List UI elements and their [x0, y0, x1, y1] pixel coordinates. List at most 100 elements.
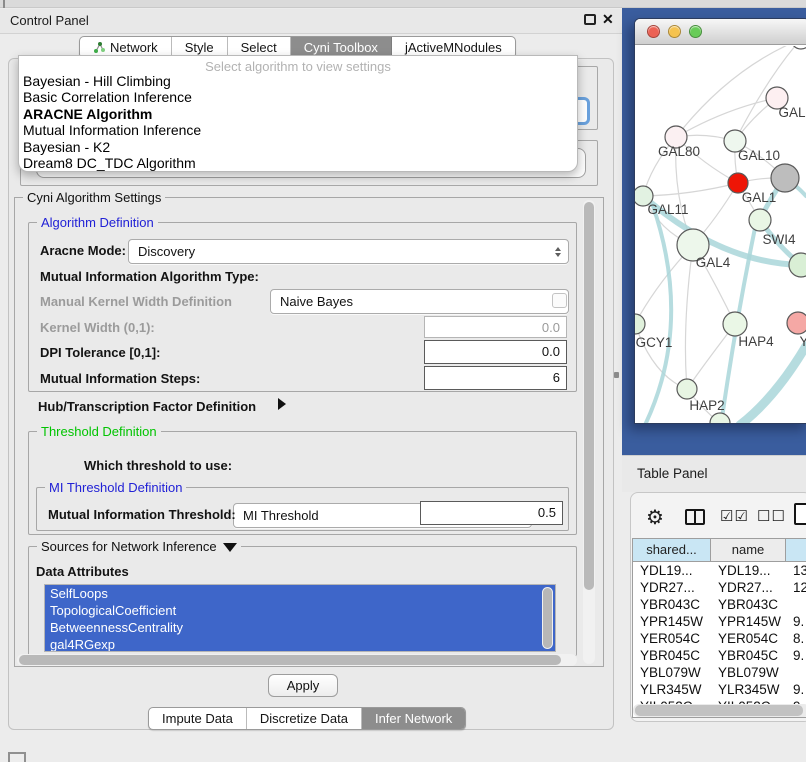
- algorithm-option-3[interactable]: Mutual Information Inference: [19, 122, 577, 138]
- splitter-grip[interactable]: [614, 372, 619, 378]
- mi-steps-field[interactable]: 6: [424, 366, 567, 390]
- split-columns-icon[interactable]: [685, 509, 705, 525]
- algorithm-dropdown-popup: Select algorithm to view settings Bayesi…: [18, 55, 578, 172]
- network-window-titlebar[interactable]: [635, 19, 806, 45]
- kernel-width-label: Kernel Width (0,1):: [40, 320, 155, 335]
- column-header-1[interactable]: name: [711, 539, 786, 562]
- algorithm-option-1[interactable]: Basic Correlation Inference: [19, 89, 577, 105]
- mi-algorithm-type-select[interactable]: Naive Bayes: [270, 289, 569, 314]
- collapse-arrow-icon[interactable]: [223, 543, 237, 552]
- node-gal80-label: GAL80: [658, 144, 700, 159]
- zoom-traffic-light-icon[interactable]: [689, 25, 702, 38]
- table-row[interactable]: YBR045CYBR045C9.: [633, 647, 806, 664]
- table-cell: YBL079W: [711, 664, 786, 681]
- clear-checks-icon[interactable]: ☐☐: [757, 507, 786, 525]
- expand-arrow-icon[interactable]: [278, 398, 286, 410]
- control-panel-titlebar: [0, 9, 622, 34]
- tab-impute-data-label: Impute Data: [162, 708, 233, 729]
- attribute-item-2[interactable]: BetweennessCentrality: [45, 619, 555, 636]
- table-cell: YBR045C: [711, 647, 786, 664]
- attribute-item-0[interactable]: SelfLoops: [45, 585, 555, 602]
- node-hap2[interactable]: [677, 379, 697, 399]
- table-cell: YPR145W: [633, 613, 711, 630]
- table-cell: YBR043C: [711, 596, 786, 613]
- network-canvas[interactable]: GALGAL80GAL10GAL1GAL11SWI4GAL4GCY1HAP4YH…: [635, 46, 806, 424]
- table-cell: 9.: [786, 647, 806, 664]
- node-hap4-label: HAP4: [738, 334, 774, 349]
- table-cell: 8.: [786, 630, 806, 647]
- mi-threshold-field[interactable]: 0.5: [420, 501, 563, 525]
- table-cell: YBR045C: [633, 647, 711, 664]
- table-horizontal-scrollbar[interactable]: [633, 704, 806, 717]
- algorithm-option-4[interactable]: Bayesian - K2: [19, 139, 577, 155]
- tab-impute-data[interactable]: Impute Data: [149, 708, 247, 729]
- table-cell: [786, 596, 806, 613]
- float-panel-icon[interactable]: [584, 14, 596, 25]
- dpi-tolerance-field[interactable]: 0.0: [424, 340, 567, 364]
- hub-section-label: Hub/Transcription Factor Definition: [38, 399, 256, 414]
- data-attributes-label: Data Attributes: [36, 564, 129, 579]
- table-cell: YDR27...: [711, 579, 786, 596]
- attributes-scrollbar[interactable]: [542, 587, 553, 649]
- settings-vertical-scrollbar[interactable]: [583, 200, 595, 664]
- node-hap2-label: HAP2: [689, 398, 724, 413]
- close-traffic-light-icon[interactable]: [647, 25, 660, 38]
- apply-button[interactable]: Apply: [268, 674, 338, 697]
- node-gcy1-label: GCY1: [636, 335, 673, 350]
- aracne-mode-label: Aracne Mode:: [40, 243, 126, 258]
- manual-kernel-width-checkbox[interactable]: [552, 293, 567, 308]
- attribute-item-3[interactable]: gal4RGexp: [45, 636, 555, 652]
- node-gal1-label: GAL1: [742, 190, 777, 205]
- mi-threshold-group-title: MI Threshold Definition: [45, 480, 186, 495]
- table-row[interactable]: YDL19...YDL19...13: [633, 562, 806, 579]
- mi-algorithm-type-value: Naive Bayes: [280, 294, 353, 309]
- node-swi4[interactable]: [749, 209, 771, 231]
- close-icon[interactable]: ✕: [602, 11, 614, 28]
- column-header-2[interactable]: A: [786, 539, 806, 562]
- table-row[interactable]: YER054CYER054C8.: [633, 630, 806, 647]
- column-header-0[interactable]: shared...: [633, 539, 711, 562]
- spinner-arrows-icon: [555, 247, 561, 257]
- threshold-definition-title: Threshold Definition: [37, 424, 161, 439]
- table-row[interactable]: YDR27...YDR27...12: [633, 579, 806, 596]
- node-hap4[interactable]: [723, 312, 747, 336]
- table-row[interactable]: YBR043CYBR043C: [633, 596, 806, 613]
- table-cell: YDL19...: [633, 562, 711, 579]
- table-row[interactable]: YLR345WYLR345W9.: [633, 681, 806, 698]
- algorithm-option-2[interactable]: ARACNE Algorithm: [19, 106, 577, 122]
- manual-kernel-width-label: Manual Kernel Width Definition: [40, 294, 232, 309]
- node-gal4-label: GAL4: [696, 255, 731, 270]
- node-partial-bottom[interactable]: [710, 413, 730, 424]
- table-row[interactable]: YBL079WYBL079W: [633, 664, 806, 681]
- table-header: shared...nameA: [633, 539, 806, 562]
- document-icon[interactable]: [794, 503, 806, 525]
- algorithm-option-0[interactable]: Bayesian - Hill Climbing: [19, 73, 577, 89]
- table-cell: YBL079W: [633, 664, 711, 681]
- attribute-item-1[interactable]: TopologicalCoefficient: [45, 602, 555, 619]
- algorithm-definition-title: Algorithm Definition: [37, 215, 158, 230]
- table-row[interactable]: YPR145WYPR145W9.: [633, 613, 806, 630]
- table-cell: 13: [786, 562, 806, 579]
- table-cell: YER054C: [633, 630, 711, 647]
- tab-discretize-data[interactable]: Discretize Data: [247, 708, 362, 729]
- tab-infer-network[interactable]: Infer Network: [362, 708, 465, 729]
- aracne-mode-value: Discovery: [138, 244, 195, 259]
- kernel-width-field[interactable]: 0.0: [424, 316, 567, 338]
- algorithm-popup-items: Bayesian - Hill ClimbingBasic Correlatio…: [19, 73, 577, 171]
- aracne-mode-select[interactable]: Discovery: [128, 239, 569, 264]
- table-cell: YLR345W: [633, 681, 711, 698]
- control-panel-title: Control Panel: [10, 13, 89, 28]
- table-cell: 9.: [786, 613, 806, 630]
- mi-algorithm-type-label: Mutual Information Algorithm Type:: [40, 269, 259, 284]
- node-partial-pink[interactable]: [787, 312, 806, 334]
- table-cell: [786, 664, 806, 681]
- node-gcy1[interactable]: [635, 314, 645, 334]
- panel-toggle-button[interactable]: [8, 752, 26, 762]
- select-checks-icon[interactable]: ☑☑: [720, 507, 749, 525]
- settings-horizontal-scrollbar[interactable]: [17, 654, 577, 666]
- algorithm-option-5[interactable]: Dream8 DC_TDC Algorithm: [19, 155, 577, 171]
- node-unlabeled-gray[interactable]: [771, 164, 799, 192]
- minimize-traffic-light-icon[interactable]: [668, 25, 681, 38]
- node-gal11-label: GAL11: [647, 202, 688, 217]
- gear-icon[interactable]: ⚙: [646, 505, 664, 530]
